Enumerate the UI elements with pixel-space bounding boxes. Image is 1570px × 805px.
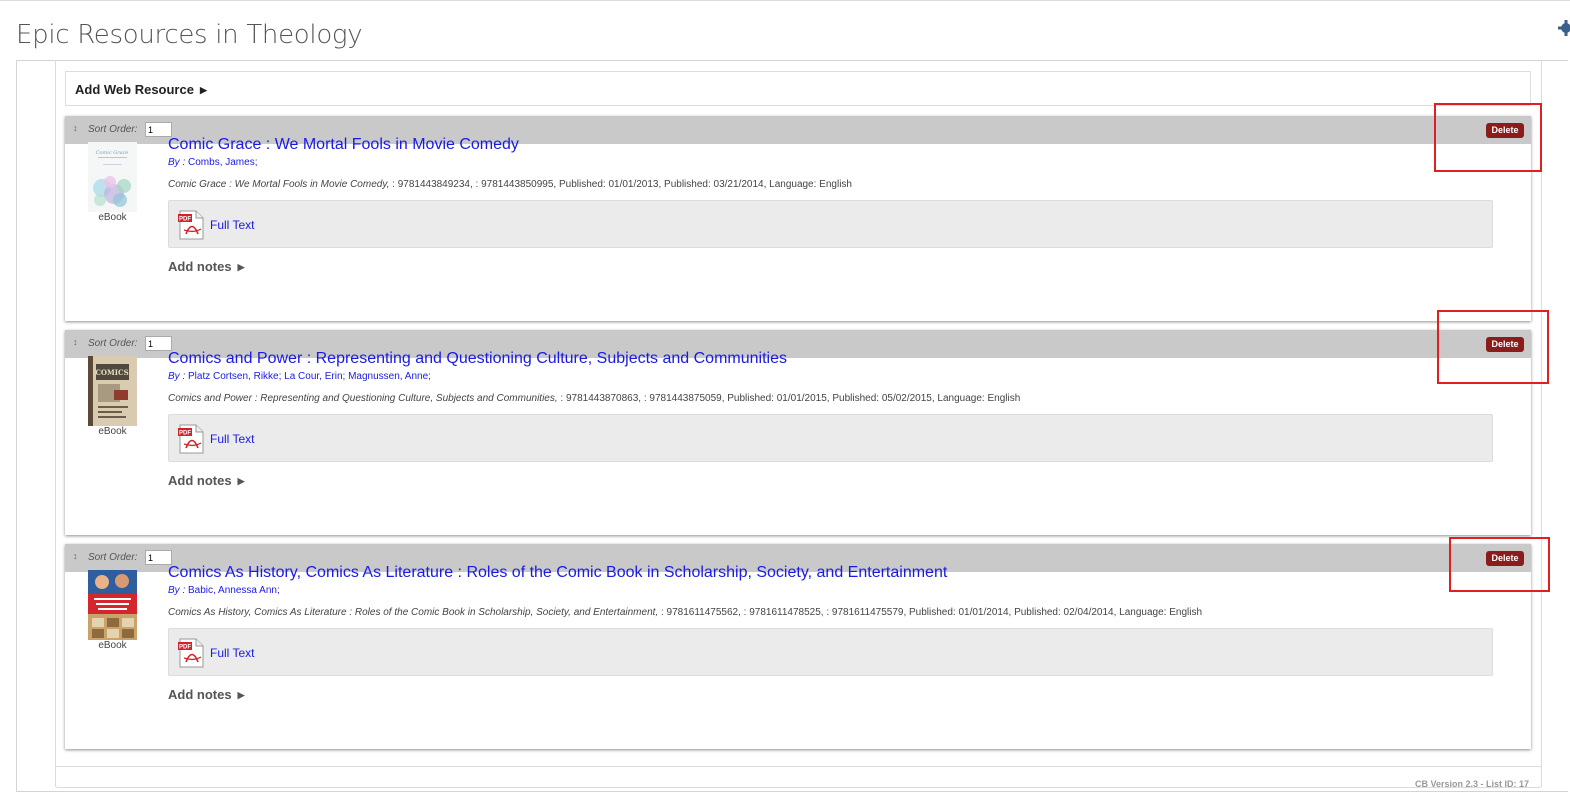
full-text-panel: PDF Full Text — [168, 628, 1493, 676]
add-web-resource-toggle[interactable]: Add Web Resource ▶ — [75, 82, 207, 97]
book-cover[interactable]: Comic Grace — [88, 142, 137, 212]
metadata-details: : 9781611475562, : 9781611478525, : 9781… — [658, 607, 1203, 618]
svg-text:PDF: PDF — [179, 217, 191, 223]
metadata-title: Comics As History, Comics As Literature … — [168, 607, 659, 618]
full-text-panel: PDF Full Text — [168, 200, 1493, 248]
svg-text:COMICS: COMICS — [95, 368, 128, 377]
pdf-icon[interactable]: PDF — [178, 424, 206, 454]
add-web-resource-label: Add Web Resource — [75, 82, 194, 97]
metadata-title: Comics and Power : Representing and Ques… — [168, 393, 558, 404]
metadata-title: Comic Grace : We Mortal Fools in Movie C… — [168, 179, 390, 190]
add-notes-toggle[interactable]: Add notes ▶ — [168, 259, 244, 274]
caret-right-icon: ▶ — [199, 85, 207, 95]
list-footer — [55, 766, 1542, 788]
highlight-box — [1449, 537, 1550, 592]
add-web-resource-panel[interactable]: Add Web Resource ▶ — [65, 71, 1531, 106]
full-text-link[interactable]: Full Text — [210, 646, 254, 660]
sort-order-input[interactable] — [145, 336, 172, 351]
svg-text:PDF: PDF — [179, 431, 191, 437]
resource-title-link[interactable]: Comic Grace : We Mortal Fools in Movie C… — [168, 136, 519, 154]
pdf-icon[interactable]: PDF — [178, 638, 206, 668]
add-notes-label: Add notes — [168, 687, 232, 702]
caret-right-icon: ▶ — [237, 262, 245, 272]
metadata-details: : 9781443870863, : 9781443875059, Publis… — [557, 393, 1021, 404]
resource-type-label: eBook — [98, 640, 127, 651]
sort-order-label: Sort Order: — [88, 338, 138, 349]
version-footer: CB Version 2.3 - List ID: 17 — [1414, 779, 1529, 789]
drag-handle-icon[interactable]: ↕ — [73, 337, 78, 347]
caret-right-icon: ▶ — [237, 476, 245, 486]
sort-order-input[interactable] — [145, 550, 172, 565]
full-text-panel: PDF Full Text — [168, 414, 1493, 462]
drag-handle-icon[interactable]: ↕ — [73, 123, 78, 133]
resource-card: ↕ Sort Order: Delete COMICS eBook Comics… — [65, 330, 1531, 535]
book-cover[interactable]: COMICS — [88, 356, 137, 426]
page-title: Epic Resources in Theology — [16, 20, 363, 50]
resource-metadata: Comic Grace : We Mortal Fools in Movie C… — [168, 179, 852, 190]
author-links[interactable]: Babic, Annessa Ann; — [188, 585, 280, 596]
resource-metadata: Comics and Power : Representing and Ques… — [168, 393, 1020, 404]
full-text-link[interactable]: Full Text — [210, 432, 254, 446]
book-cover[interactable] — [88, 570, 137, 640]
sort-order-input[interactable] — [145, 122, 172, 137]
highlight-box — [1434, 103, 1542, 172]
svg-text:Comic Grace: Comic Grace — [96, 150, 129, 156]
resource-title-link[interactable]: Comics and Power : Representing and Ques… — [168, 350, 787, 368]
resource-metadata: Comics As History, Comics As Literature … — [168, 607, 1202, 618]
author-links[interactable]: Combs, James; — [188, 157, 257, 168]
add-notes-label: Add notes — [168, 259, 232, 274]
resource-type-label: eBook — [98, 426, 127, 437]
sort-order-label: Sort Order: — [88, 124, 138, 135]
by-label: By : — [168, 585, 186, 596]
resource-title-link[interactable]: Comics As History, Comics As Literature … — [168, 564, 947, 582]
drag-handle-icon[interactable]: ↕ — [73, 551, 78, 561]
metadata-details: : 9781443849234, : 9781443850995, Publis… — [389, 179, 852, 190]
add-notes-label: Add notes — [168, 473, 232, 488]
resource-card: ↕ Sort Order: Delete eBook Comics As His… — [65, 544, 1531, 749]
byline: By : Combs, James; — [168, 157, 257, 168]
gear-icon[interactable] — [1558, 18, 1570, 38]
resource-type-label: eBook — [98, 212, 127, 223]
add-notes-toggle[interactable]: Add notes ▶ — [168, 473, 244, 488]
full-text-link[interactable]: Full Text — [210, 218, 254, 232]
byline: By : Babic, Annessa Ann; — [168, 585, 280, 596]
top-border — [0, 0, 1570, 1]
caret-right-icon: ▶ — [237, 690, 245, 700]
resource-card: ↕ Sort Order: Delete Comic Grace eBook C… — [65, 116, 1531, 321]
by-label: By : — [168, 157, 186, 168]
byline: By : Platz Cortsen, Rikke; La Cour, Erin… — [168, 371, 431, 382]
svg-text:PDF: PDF — [179, 645, 191, 651]
highlight-box — [1437, 310, 1549, 384]
by-label: By : — [168, 371, 186, 382]
sort-order-label: Sort Order: — [88, 552, 138, 563]
pdf-icon[interactable]: PDF — [178, 210, 206, 240]
add-notes-toggle[interactable]: Add notes ▶ — [168, 687, 244, 702]
author-links[interactable]: Platz Cortsen, Rikke; La Cour, Erin; Mag… — [188, 371, 431, 382]
